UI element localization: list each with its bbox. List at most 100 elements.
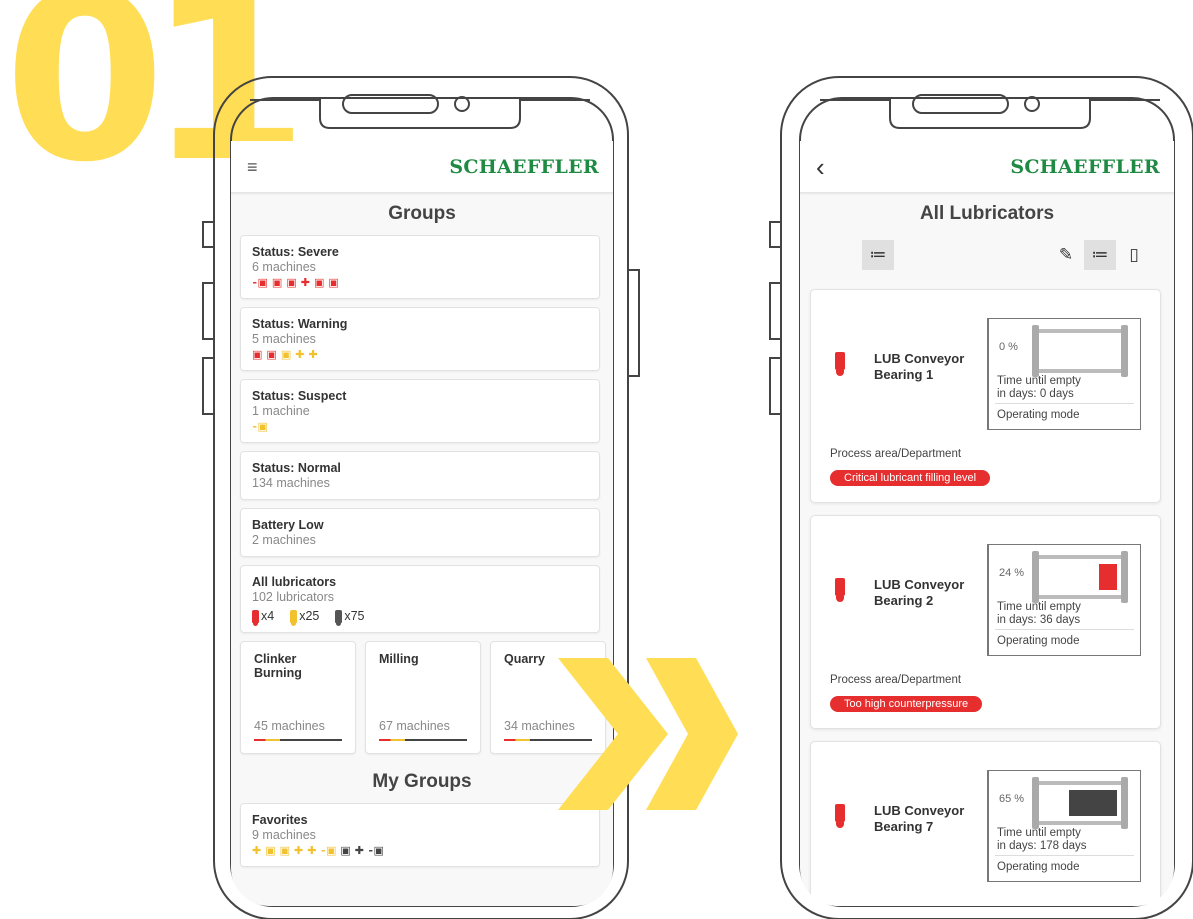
tile-count: 34 machines	[504, 719, 575, 733]
lubricator-icon	[252, 609, 259, 626]
lubricator-icon	[335, 609, 343, 626]
fill-level-bar	[1099, 564, 1117, 590]
fill-level-percent: 24 %	[999, 567, 1025, 579]
divider	[995, 629, 1134, 630]
motor-icon: ▣	[252, 349, 263, 361]
motor-icon: ▣	[328, 277, 339, 289]
list-filter-icon[interactable]: ≔	[862, 240, 894, 270]
department-tiles: Clinker Burning 45 machines Milling 67 m…	[240, 641, 613, 754]
lubricators-screen: ‹ SCHAEFFLER All Lubricators ≔ ✎ ≔ ▯ LUB…	[800, 141, 1174, 906]
fill-level-gauge	[1032, 551, 1128, 603]
lubricator-card[interactable]: LUB Conveyor Bearing 7 65 % Time until e…	[810, 741, 1161, 906]
list-view-icon[interactable]: ≔	[1084, 240, 1116, 270]
fill-level-percent: 65 %	[999, 793, 1025, 805]
time-until-empty: Time until empty in days: 0 days	[997, 375, 1081, 401]
motor-icon: ▣	[280, 349, 292, 361]
lubricator-count-yellow: x25	[290, 609, 319, 626]
operating-mode: Operating mode	[997, 861, 1080, 873]
fill-level-bar	[1069, 790, 1117, 816]
department-label: Process area/Department	[830, 448, 962, 460]
edit-icon[interactable]: ✎	[1050, 240, 1082, 270]
time-until-empty: Time until empty in days: 178 days	[997, 827, 1087, 853]
alert-badge: Too high counterpressure	[830, 696, 983, 712]
group-title: Status: Normal	[252, 461, 341, 475]
motor-icon: ▣	[265, 845, 276, 857]
tile-milling[interactable]: Milling 67 machines	[365, 641, 481, 754]
chevron-left-icon[interactable]: ‹	[816, 154, 825, 180]
app-header: ‹ SCHAEFFLER	[800, 141, 1174, 193]
brand-logo: SCHAEFFLER	[449, 155, 599, 178]
group-card-battery-low[interactable]: Battery Low 2 machines	[240, 508, 600, 557]
group-title: All lubricators	[252, 575, 337, 589]
group-subtitle: 5 machines	[252, 332, 316, 346]
status-bar	[254, 739, 342, 741]
fill-level-gauge	[1032, 325, 1128, 377]
pump-icon: ⁃▣	[368, 845, 384, 857]
tile-title: Milling	[379, 652, 419, 666]
app-header: ≡ SCHAEFFLER	[231, 141, 613, 193]
tile-title: Clinker Burning	[254, 652, 302, 680]
group-title: Status: Suspect	[252, 389, 347, 403]
motor-icon: ▣	[340, 845, 351, 857]
pump-icon: ⁃▣	[252, 421, 268, 433]
motor-icon: ▣	[266, 349, 277, 361]
group-subtitle: 134 machines	[252, 476, 330, 490]
group-subtitle: 102 lubricators	[252, 590, 334, 604]
card-view-icon[interactable]: ▯	[1118, 240, 1150, 270]
motor-icon: ▣	[286, 277, 297, 289]
lubricator-count-dark: x75	[335, 609, 365, 626]
fan-icon: ✚	[308, 349, 318, 361]
lubricator-name: LUB Conveyor Bearing 2	[874, 577, 965, 608]
lubricator-card[interactable]: LUB Conveyor Bearing 1 0 % Time until em…	[810, 289, 1161, 503]
page-title: Groups	[388, 203, 456, 224]
tile-clinker-burning[interactable]: Clinker Burning 45 machines	[240, 641, 356, 754]
motor-icon: ▣	[313, 277, 325, 289]
lubricator-name: LUB Conveyor Bearing 7	[874, 803, 965, 834]
group-card-warning[interactable]: Status: Warning 5 machines ▣ ▣ ▣ ✚ ✚	[240, 307, 600, 371]
tile-quarry[interactable]: Quarry 34 machines	[490, 641, 606, 754]
tile-count: 67 machines	[379, 719, 450, 733]
hamburger-icon[interactable]: ≡	[247, 158, 258, 176]
group-subtitle: 9 machines	[252, 828, 316, 842]
divider	[995, 403, 1134, 404]
lubricator-icon	[835, 352, 845, 376]
group-card-suspect[interactable]: Status: Suspect 1 machine ⁃▣	[240, 379, 600, 443]
department-label: Process area/Department	[830, 674, 962, 686]
page-title: All Lubricators	[919, 203, 1055, 224]
group-subtitle: 6 machines	[252, 260, 316, 274]
fill-level-panel: 0 % Time until empty in days: 0 days Oper…	[987, 318, 1141, 430]
group-title: Status: Severe	[252, 245, 339, 259]
group-title: Battery Low	[252, 518, 324, 532]
my-groups-title: My Groups	[372, 771, 472, 792]
pump-icon: ⁃▣	[320, 845, 337, 857]
fill-level-gauge	[1032, 777, 1128, 829]
lubricator-icon	[835, 578, 845, 602]
tile-count: 45 machines	[254, 719, 325, 733]
group-title: Status: Warning	[252, 317, 348, 331]
fan-icon: ✚	[295, 349, 305, 361]
lubricator-card[interactable]: LUB Conveyor Bearing 2 24 % Time until e…	[810, 515, 1161, 729]
view-toolbar: ≔ ✎ ≔ ▯	[800, 235, 1174, 275]
group-card-severe[interactable]: Status: Severe 6 machines ⁃▣ ▣ ▣ ✚ ▣ ▣	[240, 235, 600, 299]
fan-icon: ✚	[300, 277, 310, 289]
status-bar	[379, 739, 467, 741]
group-card-favorites[interactable]: Favorites 9 machines ✚ ▣ ▣ ✚ ✚ ⁃▣ ▣ ✚ ⁃▣	[240, 803, 600, 867]
divider	[995, 855, 1134, 856]
group-subtitle: 1 machine	[252, 404, 310, 418]
pump-icon: ⁃▣	[252, 277, 268, 289]
lubricator-icon	[290, 609, 298, 626]
group-card-normal[interactable]: Status: Normal 134 machines	[240, 451, 600, 500]
lubricator-count-red: x4	[252, 609, 274, 626]
operating-mode: Operating mode	[997, 409, 1080, 421]
fan-icon: ✚	[252, 845, 262, 857]
group-card-all-lubricators[interactable]: All lubricators 102 lubricators x4 x25 x…	[240, 565, 600, 633]
status-bar	[504, 739, 592, 741]
group-title: Favorites	[252, 813, 308, 827]
fill-level-percent: 0 %	[999, 341, 1018, 353]
time-until-empty: Time until empty in days: 36 days	[997, 601, 1081, 627]
motor-icon: ▣	[271, 277, 283, 289]
fan-icon: ✚	[354, 845, 364, 857]
lubricator-name: LUB Conveyor Bearing 1	[874, 351, 965, 382]
group-subtitle: 2 machines	[252, 533, 316, 547]
alert-badge: Critical lubricant filling level	[830, 470, 991, 486]
